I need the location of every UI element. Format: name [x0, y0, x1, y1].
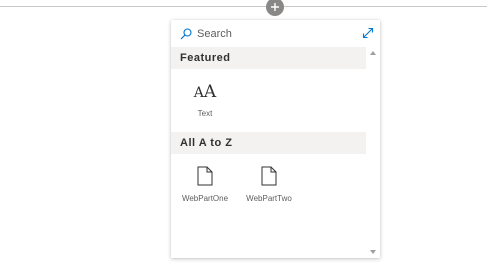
- search-input[interactable]: [197, 24, 347, 44]
- webpart-tile-text[interactable]: AA Text: [173, 75, 237, 119]
- text-icon: AA: [193, 82, 217, 102]
- toolbox-list: Featured AA Text All A to Z WebPartOne W…: [171, 47, 366, 258]
- add-webpart-button[interactable]: [266, 0, 284, 16]
- section-featured: AA Text: [171, 69, 366, 132]
- webpart-tile-label: WebPartOne: [181, 194, 229, 203]
- scroll-down-icon[interactable]: [370, 250, 376, 254]
- section-all-a-to-z: WebPartOne WebPartTwo: [171, 154, 366, 258]
- webpart-tile-webpartone[interactable]: WebPartOne: [173, 160, 237, 203]
- vertical-scrollbar[interactable]: [366, 47, 380, 258]
- search-icon: [180, 27, 192, 45]
- webpart-toolbox-flyout: Featured AA Text All A to Z WebPartOne: [171, 20, 380, 258]
- plus-icon: [270, 2, 280, 12]
- section-header-all-a-to-z: All A to Z: [171, 132, 366, 154]
- canvas-section-divider: [0, 6, 487, 7]
- page-icon: [173, 160, 237, 186]
- expand-icon[interactable]: [362, 26, 374, 44]
- webpart-tile-label: WebPartTwo: [246, 194, 292, 203]
- webpart-tile-label: Text: [197, 109, 213, 118]
- scroll-up-icon[interactable]: [370, 51, 376, 55]
- search-bar: [171, 20, 380, 47]
- page-icon: [237, 160, 301, 186]
- webpart-tile-webparttwo[interactable]: WebPartTwo: [237, 160, 301, 203]
- section-header-featured: Featured: [171, 47, 366, 69]
